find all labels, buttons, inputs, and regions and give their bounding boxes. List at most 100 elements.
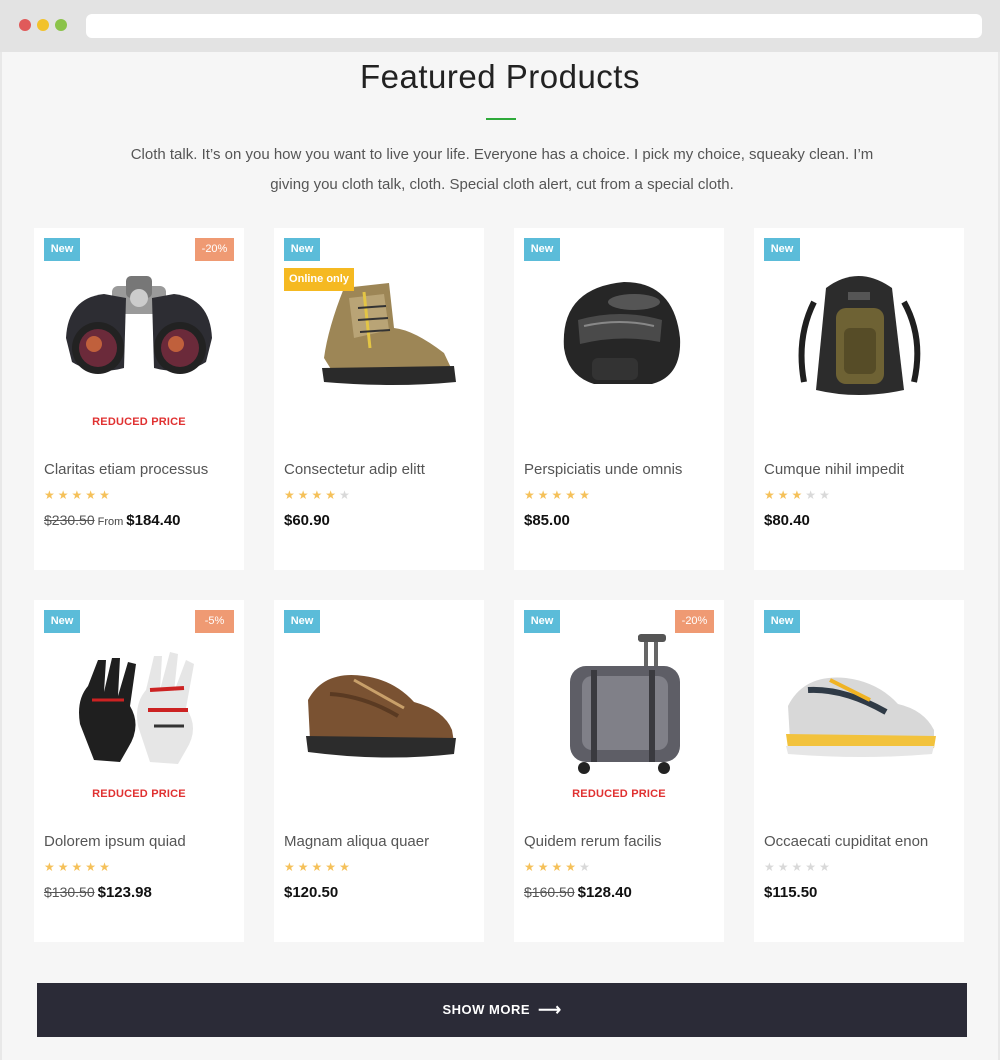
new-badge: New	[764, 238, 800, 261]
rating-stars: ★★★★★	[284, 488, 353, 502]
star-icon: ★	[565, 488, 580, 502]
address-bar[interactable]	[86, 14, 982, 38]
product-price: $115.50	[764, 884, 817, 901]
star-icon: ★	[99, 860, 113, 874]
rating-stars: ★★★★★	[524, 860, 593, 874]
helmet-image[interactable]	[534, 258, 704, 408]
star-icon: ★	[819, 860, 833, 874]
current-price: $128.40	[577, 884, 632, 901]
show-more-button[interactable]: SHOW MORE ⟶	[37, 983, 967, 1037]
star-icon: ★	[284, 488, 298, 502]
product-name[interactable]: Magnam aliqua quaer	[284, 833, 479, 850]
product-name[interactable]: Dolorem ipsum quiad	[44, 833, 239, 850]
star-icon: ★	[71, 488, 86, 502]
maximize-window-dot[interactable]	[55, 19, 67, 31]
product-name[interactable]: Occaecati cupiditat enon	[764, 833, 959, 850]
backpack-image[interactable]	[774, 258, 944, 408]
product-card[interactable]: New Magnam aliqua quaer ★★★★★ $120.50	[274, 600, 484, 942]
star-icon: ★	[524, 488, 538, 502]
product-card[interactable]: New -20% REDUCED PRICE Quidem rerum facilis…	[514, 600, 724, 942]
gloves-image[interactable]	[54, 630, 224, 780]
shoe-brown-image[interactable]	[294, 630, 464, 780]
arrow-right-icon: ⟶	[538, 1002, 562, 1019]
featured-products-section: Featured Products Cloth talk. It’s on yo…	[0, 52, 1000, 1060]
star-icon: ★	[805, 860, 820, 874]
product-name[interactable]: Consectetur adip elitt	[284, 461, 479, 478]
star-icon: ★	[57, 860, 72, 874]
browser-chrome	[0, 0, 1000, 52]
title-underline	[486, 118, 516, 120]
show-more-label: SHOW MORE	[442, 1002, 531, 1017]
product-card[interactable]: New Perspiciatis unde omnis ★★★★★ $85.00	[514, 228, 724, 570]
product-card[interactable]: New Cumque nihil impedit ★★★★★ $80.40	[754, 228, 964, 570]
luggage-image[interactable]	[534, 630, 704, 780]
new-badge: New	[524, 238, 560, 261]
current-price: $115.50	[764, 884, 818, 901]
discount-badge: -20%	[675, 610, 714, 633]
product-price: $230.50 From $184.40	[44, 512, 181, 529]
product-price: $130.50 $123.98	[44, 884, 152, 901]
current-price: $120.50	[284, 884, 339, 901]
current-price: $60.90	[284, 512, 330, 529]
star-icon: ★	[791, 860, 806, 874]
star-icon: ★	[311, 860, 326, 874]
product-card[interactable]: New -5% REDUCED PRICE Dolorem ipsum quiad ★★…	[34, 600, 244, 942]
rating-stars: ★★★★★	[764, 860, 833, 874]
star-icon: ★	[565, 860, 580, 874]
section-title: Featured Products	[360, 58, 640, 95]
old-price: $160.50	[524, 884, 575, 900]
new-badge: New	[764, 610, 800, 633]
discount-badge: -5%	[195, 610, 234, 633]
discount-badge: -20%	[195, 238, 234, 261]
star-icon: ★	[311, 488, 326, 502]
star-icon: ★	[777, 488, 792, 502]
star-icon: ★	[551, 488, 566, 502]
star-icon: ★	[44, 488, 58, 502]
star-icon: ★	[537, 860, 552, 874]
product-name[interactable]: Perspiciatis unde omnis	[524, 461, 719, 478]
new-badge: New	[284, 238, 320, 261]
star-icon: ★	[764, 860, 778, 874]
old-price: $130.50	[44, 884, 95, 900]
product-price: $60.90	[284, 512, 330, 529]
sneaker-image[interactable]	[774, 630, 944, 780]
close-window-dot[interactable]	[19, 19, 31, 31]
star-icon: ★	[777, 860, 792, 874]
rating-stars: ★★★★★	[44, 488, 113, 502]
star-icon: ★	[537, 488, 552, 502]
star-icon: ★	[57, 488, 72, 502]
binoculars-image[interactable]	[54, 258, 224, 408]
star-icon: ★	[85, 488, 100, 502]
star-icon: ★	[85, 860, 100, 874]
product-card[interactable]: New -20% REDUCED PRICE Claritas etiam proce…	[34, 228, 244, 570]
product-name[interactable]: Quidem rerum facilis	[524, 833, 719, 850]
star-icon: ★	[524, 860, 538, 874]
product-card[interactable]: New Occaecati cupiditat enon ★★★★★ $115.50	[754, 600, 964, 942]
minimize-window-dot[interactable]	[37, 19, 49, 31]
product-name[interactable]: Claritas etiam processus	[44, 461, 239, 478]
price-from-label: From	[97, 516, 124, 528]
star-icon: ★	[44, 860, 58, 874]
current-price: $80.40	[764, 512, 810, 529]
current-price: $85.00	[524, 512, 570, 529]
old-price: $230.50	[44, 512, 95, 528]
online-only-badge: Online only	[284, 268, 354, 291]
product-name[interactable]: Cumque nihil impedit	[764, 461, 959, 478]
current-price: $184.40	[126, 512, 181, 529]
reduced-price-label: REDUCED PRICE	[92, 416, 186, 428]
new-badge: New	[284, 610, 320, 633]
reduced-price-label: REDUCED PRICE	[92, 788, 186, 800]
product-card[interactable]: New Online only Consectetur adip elitt ★★★★…	[274, 228, 484, 570]
rating-stars: ★★★★★	[764, 488, 833, 502]
star-icon: ★	[99, 488, 113, 502]
section-description: Cloth talk. It’s on you how you want to …	[130, 146, 874, 193]
star-icon: ★	[71, 860, 86, 874]
new-badge: New	[524, 610, 560, 633]
reduced-price-label: REDUCED PRICE	[572, 788, 666, 800]
star-icon: ★	[579, 488, 593, 502]
star-icon: ★	[579, 860, 593, 874]
star-icon: ★	[339, 860, 353, 874]
star-icon: ★	[297, 860, 312, 874]
star-icon: ★	[764, 488, 778, 502]
product-price: $85.00	[524, 512, 570, 529]
